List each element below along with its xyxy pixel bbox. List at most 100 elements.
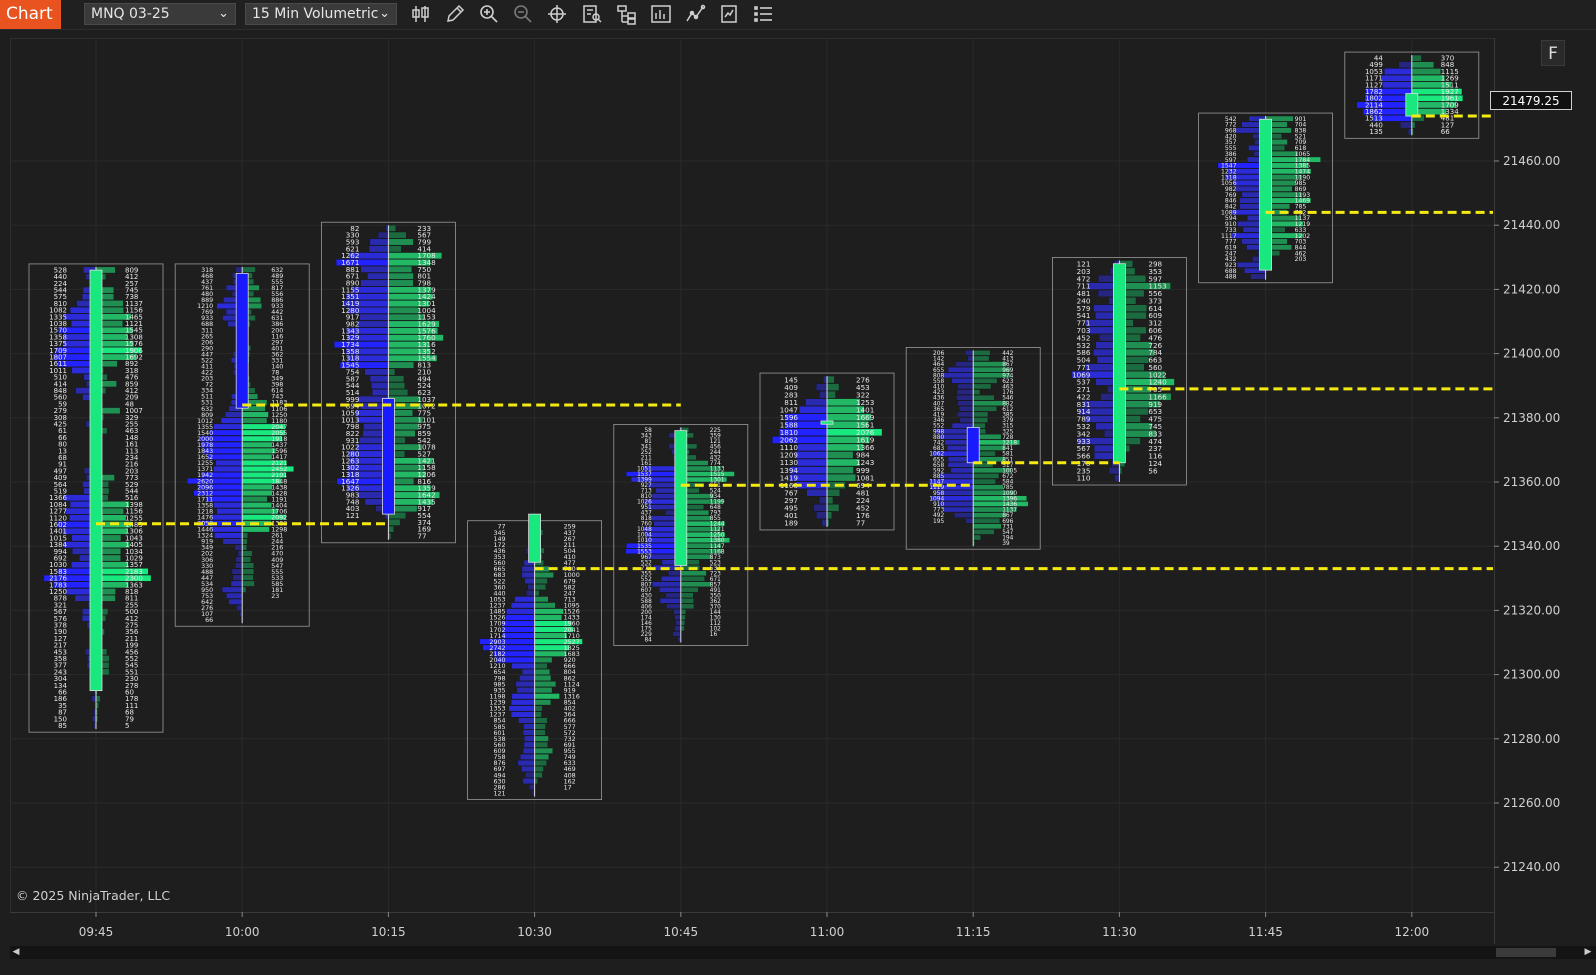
bid-volume-bar (947, 367, 974, 373)
bid-volume-bar (523, 741, 535, 748)
ask-volume-bar (242, 502, 272, 509)
ask-volume-bar (242, 556, 251, 563)
ask-volume-bar (388, 279, 414, 287)
bid-volume-label: 189 (784, 519, 798, 528)
bid-volume-bar (939, 473, 974, 479)
bid-volume-bar (520, 753, 535, 760)
scroll-thumb[interactable] (1496, 948, 1556, 957)
ask-volume-label: 66 (1441, 127, 1450, 136)
ask-volume-bar (1265, 156, 1321, 163)
horizontal-scrollbar[interactable]: ◀ ▶ (10, 946, 1596, 959)
candle-body (235, 272, 249, 409)
ask-volume-bar (95, 695, 101, 702)
bid-volume-bar (959, 417, 974, 423)
bid-volume-bar (523, 729, 535, 736)
bid-volume-bar (675, 620, 681, 626)
bid-volume-label: 488 (1225, 274, 1237, 281)
y-tick-label: 21260.00 (1503, 796, 1560, 810)
ask-volume-label: 39 (1002, 541, 1010, 547)
bid-volume-bar (659, 598, 681, 604)
ask-volume-bar (242, 453, 273, 460)
bid-volume-bar (816, 511, 828, 519)
bid-volume-bar (524, 578, 535, 584)
bid-volume-bar (524, 735, 535, 742)
x-tick-label: 11:00 (810, 925, 845, 939)
bid-volume-bar (625, 548, 681, 554)
ask-volume-label: 23 (271, 593, 279, 600)
ask-volume-bar (1411, 61, 1435, 68)
bid-volume-bar (511, 602, 535, 609)
ask-volume-bar (973, 484, 1004, 490)
x-tick-label: 12:00 (1395, 925, 1430, 939)
bid-volume-bar (232, 574, 243, 581)
ask-volume-bar (242, 532, 248, 539)
ask-volume-bar (534, 614, 562, 621)
ask-volume-bar (534, 711, 542, 718)
scroll-right-arrow[interactable]: ▶ (1582, 946, 1594, 959)
ask-volume-bar (534, 650, 567, 657)
ask-volume-bar (242, 550, 253, 557)
bid-volume-bar (957, 383, 974, 390)
bid-volume-bar (626, 471, 681, 477)
y-tick-label: 21320.00 (1503, 603, 1560, 617)
ask-volume-bar (534, 747, 553, 754)
bid-volume-bar (956, 394, 974, 401)
footprint-bar-1100: 145 276409 453283 322811 12531047 14011596 166… (759, 372, 895, 531)
ask-volume-label: 77 (417, 532, 426, 541)
ask-volume-bar (826, 466, 854, 474)
bid-volume-bar (821, 519, 828, 527)
bid-volume-label: 110 (1077, 474, 1091, 483)
ask-volume-bar (534, 596, 549, 603)
ask-volume-bar (826, 473, 856, 482)
bid-volume-bar (479, 638, 535, 645)
float-button[interactable]: F (1541, 40, 1565, 66)
bid-volume-bar (519, 675, 535, 681)
ask-volume-bar (973, 378, 998, 384)
ask-volume-bar (826, 458, 861, 467)
ask-volume-bar (534, 669, 550, 675)
ask-volume-bar (973, 350, 991, 356)
bid-volume-bar (502, 620, 535, 627)
ask-volume-bar (1411, 54, 1422, 62)
bid-volume-bar (228, 598, 243, 605)
bid-volume-bar (529, 784, 535, 791)
ask-volume-bar (388, 272, 414, 280)
bid-volume-bar (666, 603, 681, 609)
bid-volume-bar (231, 568, 243, 575)
bid-volume-bar (209, 429, 243, 436)
bid-volume-bar (521, 566, 535, 572)
scroll-left-arrow[interactable]: ◀ (10, 946, 22, 959)
bid-volume-bar (523, 723, 535, 730)
bid-volume-bar (357, 320, 389, 328)
footprint-bar-1130: 121 298203 353472 597711 1153481 556240 373579… (1052, 257, 1187, 486)
bid-volume-bar (672, 631, 681, 637)
ask-volume-bar (680, 603, 695, 609)
bid-volume-bar (235, 266, 243, 273)
bid-volume-bar (215, 460, 243, 466)
bid-volume-bar (1114, 474, 1120, 482)
bid-volume-bar (950, 467, 974, 474)
bid-volume-bar (1108, 467, 1120, 475)
bid-volume-bar (222, 538, 243, 545)
x-tick-label: 10:00 (225, 925, 260, 939)
bid-volume-bar (508, 705, 535, 712)
ask-volume-bar (534, 572, 554, 578)
ask-volume-bar (534, 590, 540, 597)
ask-volume-bar (534, 735, 549, 742)
y-tick-label: 21420.00 (1503, 282, 1560, 296)
bid-volume-bar (673, 609, 681, 615)
footprint-bar-1015: 82 233330 567593 799621 4141262 17081671 13488… (320, 221, 456, 544)
ask-volume-bar (973, 501, 1029, 507)
ask-volume-bar (388, 375, 404, 383)
ask-volume-bar (534, 675, 552, 681)
ask-volume-bar (973, 406, 997, 412)
x-tick-label: 10:30 (517, 925, 552, 939)
bid-volume-bar (959, 406, 974, 412)
ask-volume-bar (826, 451, 854, 459)
bid-volume-bar (501, 632, 535, 639)
bid-volume-bar (1382, 81, 1412, 89)
footprint-bar-1045: 58 225343 35981 121341 456252 244211 432161 774… (613, 424, 749, 646)
bid-volume-bar (965, 350, 974, 356)
footprint-chart: 21460.00 21440.00 21420.00 21400.00 21380.00… (10, 38, 1560, 939)
ask-volume-bar (826, 489, 840, 497)
